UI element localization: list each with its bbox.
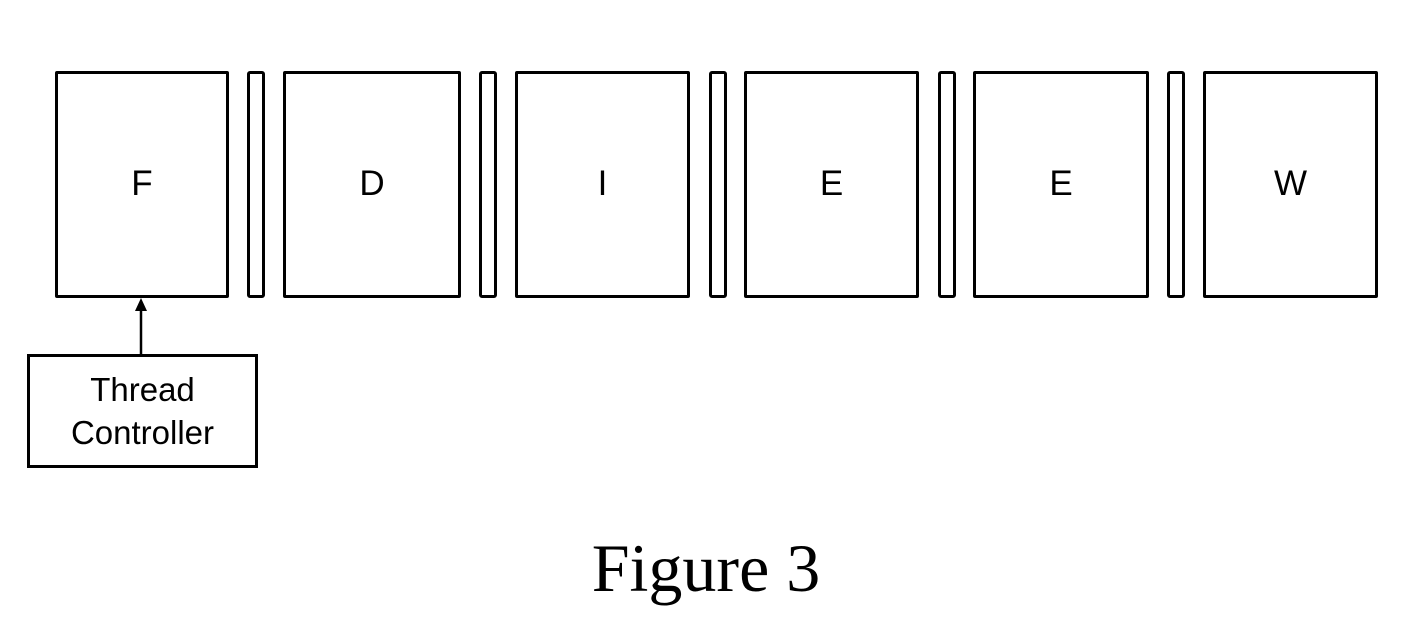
- stage-label: D: [359, 164, 385, 203]
- pipeline-latch: [938, 71, 956, 298]
- pipeline-latch: [709, 71, 727, 298]
- stage-label: W: [1273, 164, 1308, 203]
- stage-fetch: F: [55, 71, 229, 298]
- stage-decode: D: [283, 71, 461, 298]
- stage-execute-1: E: [744, 71, 919, 298]
- stage-writeback: W: [1203, 71, 1378, 298]
- arrow-head-icon: [135, 298, 147, 311]
- stage-label: I: [597, 164, 608, 203]
- thread-controller-box: Thread Controller: [27, 354, 258, 468]
- stage-label: F: [131, 164, 153, 203]
- controller-label-line-1: Thread: [90, 371, 195, 408]
- stage-execute-2: E: [973, 71, 1149, 298]
- stage-label: E: [1049, 164, 1073, 203]
- controller-label-line-2: Controller: [70, 414, 215, 451]
- figure-caption: Figure 3: [591, 530, 821, 606]
- stage-issue: I: [515, 71, 690, 298]
- pipeline-latch: [479, 71, 497, 298]
- pipeline-latch: [247, 71, 265, 298]
- pipeline-latch: [1167, 71, 1185, 298]
- stage-label: E: [819, 164, 844, 203]
